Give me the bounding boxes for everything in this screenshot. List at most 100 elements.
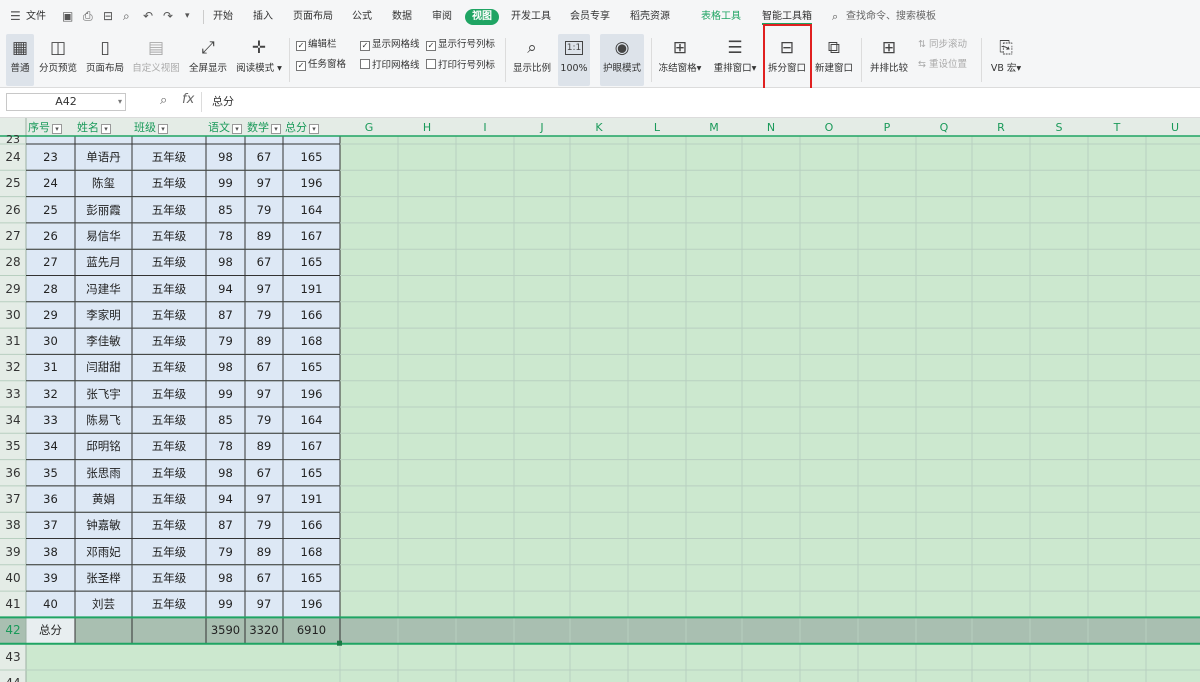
sync-scroll-button[interactable]: ⇅ 同步滚动 [918, 39, 967, 51]
arrange-windows-button[interactable]: ☰ 重排窗口▾ [711, 34, 759, 86]
file-menu[interactable]: 文件 [26, 11, 46, 23]
table-cell: 26 [43, 228, 58, 243]
command-search[interactable]: 查找命令、搜索模板 [846, 11, 936, 23]
row-header[interactable]: 29 [0, 276, 26, 302]
ribbon-separator [505, 38, 506, 82]
row-header[interactable]: 32 [0, 354, 26, 380]
table-cell: 97 [256, 176, 272, 191]
freeze-panes-button[interactable]: ⊞ 冻结窗格▾ [656, 34, 704, 86]
hamburger-icon[interactable]: ☰ [10, 9, 21, 23]
chevron-down-icon[interactable]: ▾ [118, 94, 122, 110]
tab-page-layout[interactable]: 页面布局 [293, 11, 333, 23]
row-header[interactable]: 41 [0, 591, 26, 617]
table-cell: 五年级 [151, 544, 187, 559]
filter-dropdown-icon[interactable]: ▾ [52, 124, 62, 134]
tab-data[interactable]: 数据 [392, 11, 412, 23]
zoom-icon[interactable]: ⌕ [160, 93, 167, 108]
row-header[interactable]: 38 [0, 512, 26, 538]
edit-bar-checkbox[interactable]: ✓ 编辑栏 [296, 39, 337, 51]
row-header[interactable]: 43 [0, 644, 26, 670]
row-header[interactable]: 34 [0, 407, 26, 433]
row-header[interactable]: 42 [0, 617, 26, 643]
show-headers-checkbox[interactable]: ✓ 显示行号列标 [426, 39, 495, 51]
save-icon[interactable]: ▣ [62, 9, 73, 23]
row-header[interactable]: 37 [0, 486, 26, 512]
undo-icon[interactable]: ↶ [143, 9, 153, 23]
worksheet-grid[interactable]: 序号 ▾ 姓名 ▾ 班级 ▾ 语文 ▾ 数学 ▾ 总分 ▾ G H I J K L M N O P Q R S T U 23 24 23 单… [0, 118, 1200, 682]
reading-mode-button[interactable]: ✛ 阅读模式 ▾ [234, 34, 284, 86]
table-cell: 五年级 [151, 439, 187, 454]
tab-formulas[interactable]: 公式 [352, 11, 372, 23]
reset-position-button[interactable]: ⇆ 重设位置 [918, 59, 967, 71]
show-gridlines-checkbox[interactable]: ✓ 显示网格线 [360, 39, 420, 51]
filter-dropdown-icon[interactable]: ▾ [232, 124, 242, 134]
column-header-m: M [709, 121, 719, 134]
name-box[interactable]: A42 ▾ [6, 93, 126, 111]
table-cell: 30 [43, 334, 58, 349]
print-headers-checkbox[interactable]: 打印行号列标 [426, 59, 495, 72]
tab-home[interactable]: 开始 [213, 11, 233, 23]
row-header[interactable]: 25 [0, 170, 26, 196]
table-cell: 166 [300, 518, 323, 533]
task-pane-checkbox[interactable]: ✓ 任务窗格 [296, 59, 346, 71]
quick-access-dropdown-icon[interactable]: ▾ [185, 9, 190, 23]
tab-table-tools[interactable]: 表格工具 [701, 11, 741, 23]
eye-protection-button[interactable]: ◉ 护眼模式 [600, 34, 644, 86]
row-header[interactable]: 44 [0, 670, 26, 682]
checkmark-icon: ✓ [296, 61, 306, 71]
table-cell: 78 [218, 228, 233, 243]
page-break-preview-button[interactable]: ◫ 分页预览 [37, 34, 79, 86]
formula-bar: A42 ▾ ⌕ fx 总分 [0, 88, 1200, 118]
print-icon[interactable]: ⊟ [103, 9, 113, 23]
compare-side-by-side-button[interactable]: ⊞ 并排比较 [867, 34, 911, 86]
table-cell: 79 [256, 518, 272, 533]
column-header-j: J [540, 121, 544, 134]
column-header-q: Q [939, 121, 949, 134]
row-header[interactable]: 27 [0, 223, 26, 249]
filter-dropdown-icon[interactable]: ▾ [158, 124, 168, 134]
tab-insert[interactable]: 插入 [253, 11, 273, 23]
macro-icon: ⎘ [999, 38, 1013, 58]
row-header[interactable]: 33 [0, 381, 26, 407]
redo-icon[interactable]: ↷ [163, 9, 173, 23]
print-preview-icon[interactable]: ⌕ [123, 9, 130, 23]
filter-dropdown-icon[interactable]: ▾ [309, 124, 319, 134]
tab-smart-toolbox[interactable]: 智能工具箱 [762, 11, 812, 25]
full-screen-button[interactable]: ⤢ 全屏显示 [186, 34, 230, 86]
row-header[interactable]: 35 [0, 433, 26, 459]
tab-developer[interactable]: 开发工具 [511, 11, 551, 23]
new-window-button[interactable]: ⧉ 新建窗口 [813, 34, 855, 86]
filter-dropdown-icon[interactable]: ▾ [271, 124, 281, 134]
grid-view-icon: ▦ [11, 38, 29, 58]
row-header[interactable]: 30 [0, 302, 26, 328]
page-layout-button[interactable]: ▯ 页面布局 [83, 34, 127, 86]
tab-docer[interactable]: 稻壳资源 [630, 11, 670, 23]
tab-view[interactable]: 视图 [465, 9, 499, 25]
fx-icon[interactable]: fx [182, 92, 194, 107]
vb-macro-button[interactable]: ⎘ VB 宏▾ [988, 34, 1024, 86]
custom-view-button[interactable]: ▤ 自定义视图 [131, 34, 181, 86]
normal-view-button[interactable]: ▦ 普通 [6, 34, 34, 86]
row-header[interactable]: 24 [0, 144, 26, 170]
row-header[interactable]: 26 [0, 197, 26, 223]
table-cell: 27 [43, 255, 58, 270]
print-gridlines-checkbox[interactable]: 打印网格线 [360, 59, 420, 72]
row-header[interactable]: 28 [0, 249, 26, 275]
table-cell: 97 [256, 386, 272, 401]
column-header-t: T [1113, 121, 1121, 134]
row-header[interactable]: 39 [0, 539, 26, 565]
table-cell: 37 [43, 518, 58, 533]
row-header[interactable]: 36 [0, 460, 26, 486]
table-cell: 五年级 [151, 307, 187, 322]
table-cell: 38 [43, 544, 58, 559]
zoom-100-button[interactable]: 1:1 100% [558, 34, 590, 86]
custom-view-icon: ▤ [147, 38, 165, 58]
filter-dropdown-icon[interactable]: ▾ [101, 124, 111, 134]
zoom-ratio-button[interactable]: ⌕ 显示比例 [512, 34, 552, 86]
tab-member[interactable]: 会员专享 [570, 11, 610, 23]
formula-input[interactable]: 总分 [201, 92, 1195, 112]
export-pdf-icon[interactable]: ⎙ [83, 9, 93, 23]
row-header[interactable]: 31 [0, 328, 26, 354]
row-header[interactable]: 40 [0, 565, 26, 591]
tab-review[interactable]: 审阅 [432, 11, 452, 23]
